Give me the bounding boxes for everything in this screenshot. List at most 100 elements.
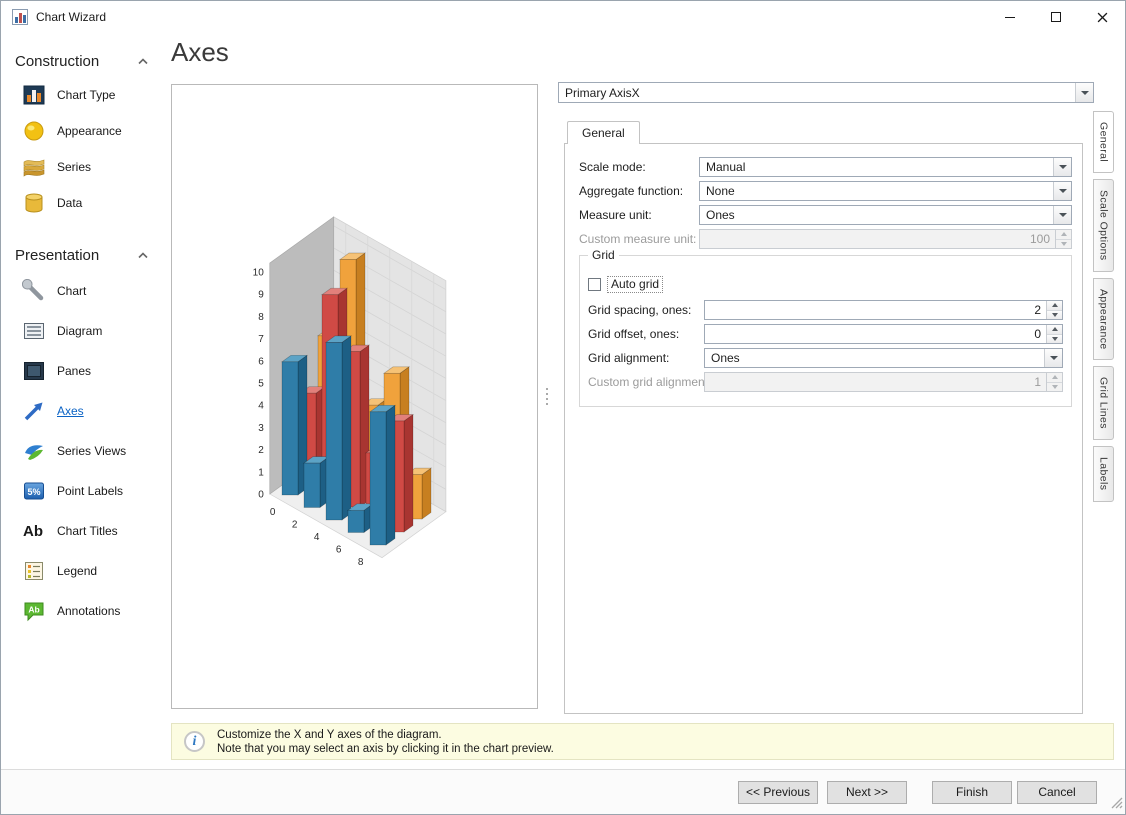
measure-unit-combo[interactable]: Ones	[699, 205, 1072, 225]
custom-measure-unit-spinner: 100	[699, 229, 1072, 249]
svg-text:5%: 5%	[27, 487, 40, 497]
chart-preview[interactable]: 0 1 2 3 4 5 6 7 8 9 10 0 2 4 6 8	[172, 85, 537, 708]
info-icon: i	[184, 731, 205, 752]
sidebar-item-series[interactable]: Series	[1, 149, 165, 185]
tab-general[interactable]: General	[567, 121, 640, 144]
spin-up-icon[interactable]	[1047, 301, 1062, 310]
chevron-up-icon	[138, 252, 148, 259]
cancel-button[interactable]: Cancel	[1017, 780, 1097, 804]
close-button[interactable]	[1079, 1, 1125, 33]
svg-text:0: 0	[258, 489, 264, 500]
svg-text:Ab: Ab	[23, 523, 43, 540]
svg-text:0: 0	[270, 507, 276, 518]
axis-selector-combo[interactable]: Primary AxisX	[558, 82, 1094, 103]
sidebar-item-data[interactable]: Data	[1, 185, 165, 221]
aggregate-function-label: Aggregate function:	[579, 184, 684, 198]
sidebar-group-construction[interactable]: Construction	[1, 45, 165, 77]
aggregate-function-row: Aggregate function: None	[579, 181, 1072, 201]
sidebar-item-annotations[interactable]: Ab Annotations	[1, 591, 165, 631]
svg-text:8: 8	[258, 312, 264, 323]
grid-alignment-row: Grid alignment: Ones	[588, 348, 1063, 368]
spin-down-icon[interactable]	[1047, 309, 1062, 319]
dropdown-arrow-icon[interactable]	[1053, 158, 1071, 176]
series-views-icon	[21, 438, 47, 464]
measure-unit-label: Measure unit:	[579, 208, 652, 222]
sidebar-item-legend[interactable]: Legend	[1, 551, 165, 591]
splitter[interactable]	[540, 84, 554, 709]
sidebar-item-appearance[interactable]: Appearance	[1, 113, 165, 149]
general-tab-page: Scale mode: Manual Aggregate function: N…	[564, 143, 1083, 714]
finish-button[interactable]: Finish	[932, 780, 1012, 804]
grid-spacing-spinner[interactable]: 2	[704, 300, 1063, 320]
custom-grid-alignment-row: Custom grid alignment: 1	[588, 372, 1063, 392]
side-tab-grid-lines[interactable]: Grid Lines	[1093, 366, 1114, 441]
sidebar-item-series-views[interactable]: Series Views	[1, 431, 165, 471]
grid-alignment-label: Grid alignment:	[588, 351, 670, 365]
sidebar-item-axes[interactable]: Axes	[1, 391, 165, 431]
auto-grid-label[interactable]: Auto grid	[607, 275, 664, 293]
sidebar-item-label: Diagram	[57, 324, 103, 338]
grid-group-label: Grid	[588, 248, 619, 262]
spin-down-icon[interactable]	[1047, 333, 1062, 343]
resize-grip-icon[interactable]	[1109, 795, 1123, 812]
auto-grid-checkbox[interactable]	[588, 277, 601, 291]
grid-offset-spinner[interactable]: 0	[704, 324, 1063, 344]
maximize-icon	[1051, 12, 1061, 22]
sidebar-item-label: Appearance	[57, 124, 122, 138]
minimize-button[interactable]	[987, 1, 1033, 33]
grid-spacing-label: Grid spacing, ones:	[588, 303, 692, 317]
dropdown-arrow-icon[interactable]	[1044, 349, 1062, 367]
spin-up-icon	[1056, 230, 1071, 239]
svg-text:6: 6	[336, 545, 342, 556]
info-line-2: Note that you may select an axis by clic…	[217, 742, 554, 755]
sidebar-item-label: Point Labels	[57, 484, 124, 498]
svg-text:2: 2	[258, 445, 264, 456]
sidebar-group-presentation[interactable]: Presentation	[1, 239, 165, 271]
aggregate-function-combo[interactable]: None	[699, 181, 1072, 201]
scale-mode-row: Scale mode: Manual	[579, 157, 1072, 177]
side-tab-scale-options[interactable]: Scale Options	[1093, 179, 1114, 272]
dropdown-arrow-icon[interactable]	[1053, 206, 1071, 224]
svg-text:6: 6	[258, 356, 264, 367]
data-icon	[21, 190, 47, 216]
sidebar-item-chart-titles[interactable]: Ab Chart Titles	[1, 511, 165, 551]
previous-button[interactable]: << Previous	[738, 780, 818, 804]
spin-up-icon[interactable]	[1047, 325, 1062, 334]
side-tab-appearance[interactable]: Appearance	[1093, 277, 1114, 361]
auto-grid-row: Auto grid	[588, 274, 1063, 294]
construction-group-label: Construction	[15, 52, 100, 70]
grid-spacing-row: Grid spacing, ones: 2	[588, 300, 1063, 320]
sidebar-item-chart-type[interactable]: Chart Type	[1, 77, 165, 113]
footer: << Previous Next >> Finish Cancel	[1, 769, 1125, 814]
chart-preview-panel: 0 1 2 3 4 5 6 7 8 9 10 0 2 4 6 8	[171, 84, 538, 709]
svg-text:7: 7	[258, 334, 264, 345]
spin-up-icon	[1047, 373, 1062, 382]
appearance-icon	[21, 118, 47, 144]
sidebar-item-label: Legend	[57, 564, 98, 578]
next-button[interactable]: Next >>	[827, 780, 907, 804]
dropdown-arrow-icon[interactable]	[1075, 83, 1093, 102]
svg-text:5: 5	[258, 378, 264, 389]
svg-text:4: 4	[314, 532, 320, 543]
grid-alignment-combo[interactable]: Ones	[704, 348, 1063, 368]
side-tab-labels[interactable]: Labels	[1093, 446, 1114, 502]
svg-text:2: 2	[292, 520, 298, 531]
axis-selector-value: Primary AxisX	[565, 85, 640, 100]
side-tab-general[interactable]: General	[1093, 111, 1114, 174]
presentation-group-label: Presentation	[15, 246, 100, 264]
sidebar-item-label: Axes	[57, 404, 84, 418]
svg-text:9: 9	[258, 290, 264, 301]
series-icon	[21, 154, 47, 180]
chevron-up-icon	[138, 58, 148, 65]
sidebar-item-point-labels[interactable]: 5% Point Labels	[1, 471, 165, 511]
dropdown-arrow-icon[interactable]	[1053, 182, 1071, 200]
custom-grid-alignment-spinner: 1	[704, 372, 1063, 392]
maximize-button[interactable]	[1033, 1, 1079, 33]
spin-down-icon	[1056, 238, 1071, 248]
close-icon	[1097, 12, 1107, 22]
sidebar-item-panes[interactable]: Panes	[1, 351, 165, 391]
info-line-1: Customize the X and Y axes of the diagra…	[217, 728, 442, 741]
sidebar-item-diagram[interactable]: Diagram	[1, 311, 165, 351]
sidebar-item-chart[interactable]: Chart	[1, 271, 165, 311]
scale-mode-combo[interactable]: Manual	[699, 157, 1072, 177]
